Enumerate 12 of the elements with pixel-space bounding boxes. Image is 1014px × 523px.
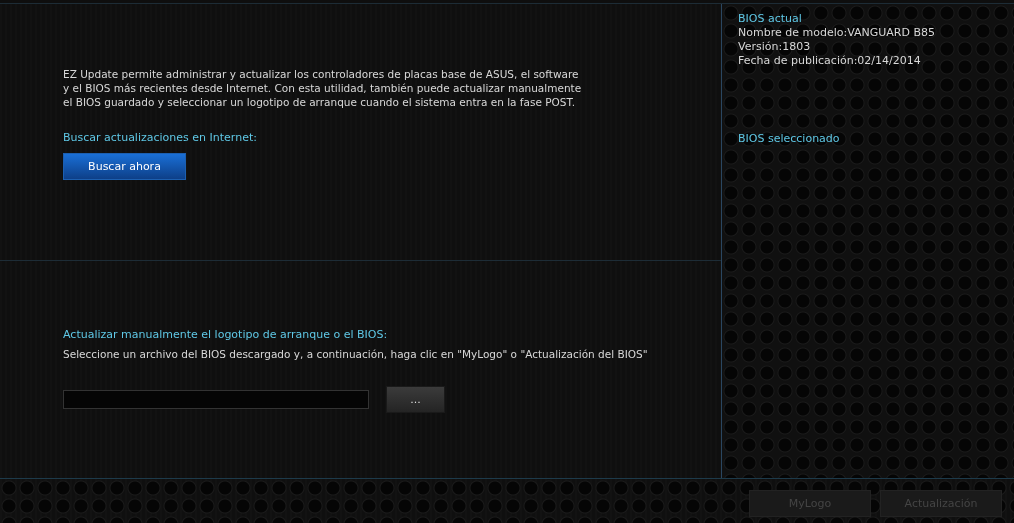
current-bios-title: BIOS actual	[738, 12, 803, 26]
manual-update-label: Actualizar manualmente el logotipo de arranque o el BIOS:	[63, 328, 388, 342]
search-now-button[interactable]: Buscar ahora	[63, 153, 186, 180]
browse-button[interactable]: ...	[386, 386, 445, 413]
bios-info-line: Fecha de publicación:02/14/2014	[738, 54, 922, 68]
selected-bios-title: BIOS seleccionado	[738, 132, 841, 146]
search-updates-label: Buscar actualizaciones en Internet:	[63, 131, 257, 145]
bios-info-line: Versión:1803	[738, 40, 812, 54]
description-text: EZ Update permite administrar y actualizar los controladores de placas base de ASUS, el software y el BIOS más recientes desde Internet. Con esta utilidad, también puede actualizar manualmente el BIOS guardado y seleccionar un logotipo de arranque cuando el sistema entra en la fase POST.	[63, 67, 583, 109]
file-path-field[interactable]	[63, 390, 369, 409]
bios-info-line: Nombre de modelo:VANGUARD B85	[738, 26, 936, 40]
instructions-text: Seleccione un archivo del BIOS descargado y, a continuación, haga clic en "MyLogo" o "Actualización del BIOS"	[63, 347, 648, 361]
